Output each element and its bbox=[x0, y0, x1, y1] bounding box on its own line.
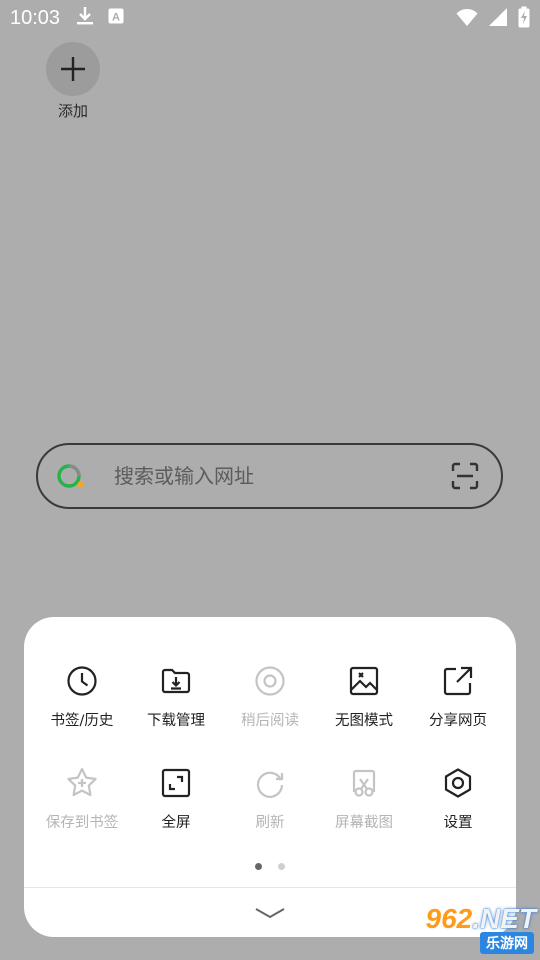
menu-item-read-later[interactable]: 稍后阅读 bbox=[223, 663, 317, 747]
menu-label: 书签/历史 bbox=[50, 713, 114, 729]
search-input[interactable] bbox=[114, 464, 449, 488]
menu-label: 分享网页 bbox=[429, 713, 487, 729]
menu-item-save-to-bookmarks[interactable]: 保存到书签 bbox=[35, 765, 129, 849]
menu-grid: 书签/历史 下载管理 稍后阅读 无图模式 分享网页 保存到书签 全屏 刷新 屏幕… bbox=[35, 663, 505, 849]
cellular-signal-icon bbox=[488, 7, 508, 31]
menu-label: 刷新 bbox=[255, 815, 285, 831]
menu-page-indicator bbox=[24, 863, 516, 870]
download-icon bbox=[76, 6, 94, 30]
settings-hex-icon bbox=[440, 765, 476, 801]
add-shortcut-tile[interactable]: 添加 bbox=[46, 42, 100, 121]
fullscreen-icon bbox=[158, 765, 194, 801]
menu-label: 下载管理 bbox=[147, 713, 205, 729]
scan-qr-button[interactable] bbox=[449, 460, 481, 492]
wifi-icon bbox=[456, 7, 478, 31]
no-image-icon bbox=[346, 663, 382, 699]
page-dot-active[interactable] bbox=[255, 863, 262, 870]
share-icon bbox=[440, 663, 476, 699]
page-dot[interactable] bbox=[278, 863, 285, 870]
a-notification-icon: A bbox=[108, 8, 124, 28]
menu-item-download-manager[interactable]: 下载管理 bbox=[129, 663, 223, 747]
menu-label: 屏幕截图 bbox=[335, 815, 393, 831]
menu-item-share-page[interactable]: 分享网页 bbox=[411, 663, 505, 747]
menu-label: 无图模式 bbox=[335, 713, 393, 729]
browser-menu-sheet: 书签/历史 下载管理 稍后阅读 无图模式 分享网页 保存到书签 全屏 刷新 屏幕… bbox=[24, 617, 516, 937]
download-folder-icon bbox=[158, 663, 194, 699]
svg-text:A: A bbox=[112, 12, 120, 24]
menu-item-refresh[interactable]: 刷新 bbox=[223, 765, 317, 849]
add-shortcut-button[interactable] bbox=[46, 42, 100, 96]
status-bar: 10:03 A bbox=[0, 0, 540, 36]
browser-logo-icon bbox=[56, 461, 86, 491]
add-shortcut-label: 添加 bbox=[57, 102, 88, 120]
menu-item-settings[interactable]: 设置 bbox=[411, 765, 505, 849]
divider bbox=[24, 887, 516, 888]
menu-item-screenshot[interactable]: 屏幕截图 bbox=[317, 765, 411, 849]
menu-item-no-image-mode[interactable]: 无图模式 bbox=[317, 663, 411, 747]
menu-item-bookmarks-history[interactable]: 书签/历史 bbox=[35, 663, 129, 747]
refresh-icon bbox=[252, 765, 288, 801]
plus-icon bbox=[61, 57, 85, 81]
menu-label: 全屏 bbox=[161, 815, 191, 831]
collapse-menu-button[interactable] bbox=[250, 901, 290, 925]
status-time: 10:03 bbox=[10, 6, 61, 29]
star-add-icon bbox=[64, 765, 100, 801]
search-bar[interactable] bbox=[36, 443, 503, 509]
scan-icon bbox=[451, 462, 479, 490]
battery-charging-icon bbox=[518, 6, 530, 32]
menu-label: 设置 bbox=[443, 815, 473, 831]
menu-label: 稍后阅读 bbox=[241, 713, 299, 729]
screenshot-icon bbox=[346, 765, 382, 801]
watermark-top-text: 962.NET bbox=[425, 903, 537, 934]
menu-label: 保存到书签 bbox=[45, 815, 119, 831]
clock-icon bbox=[64, 663, 100, 699]
read-later-icon bbox=[252, 663, 288, 699]
menu-item-fullscreen[interactable]: 全屏 bbox=[129, 765, 223, 849]
chevron-down-icon bbox=[255, 908, 285, 919]
watermark-bottom-text: 乐游网 bbox=[480, 932, 534, 954]
watermark-logo: 962.NET 乐游网 bbox=[400, 904, 536, 956]
